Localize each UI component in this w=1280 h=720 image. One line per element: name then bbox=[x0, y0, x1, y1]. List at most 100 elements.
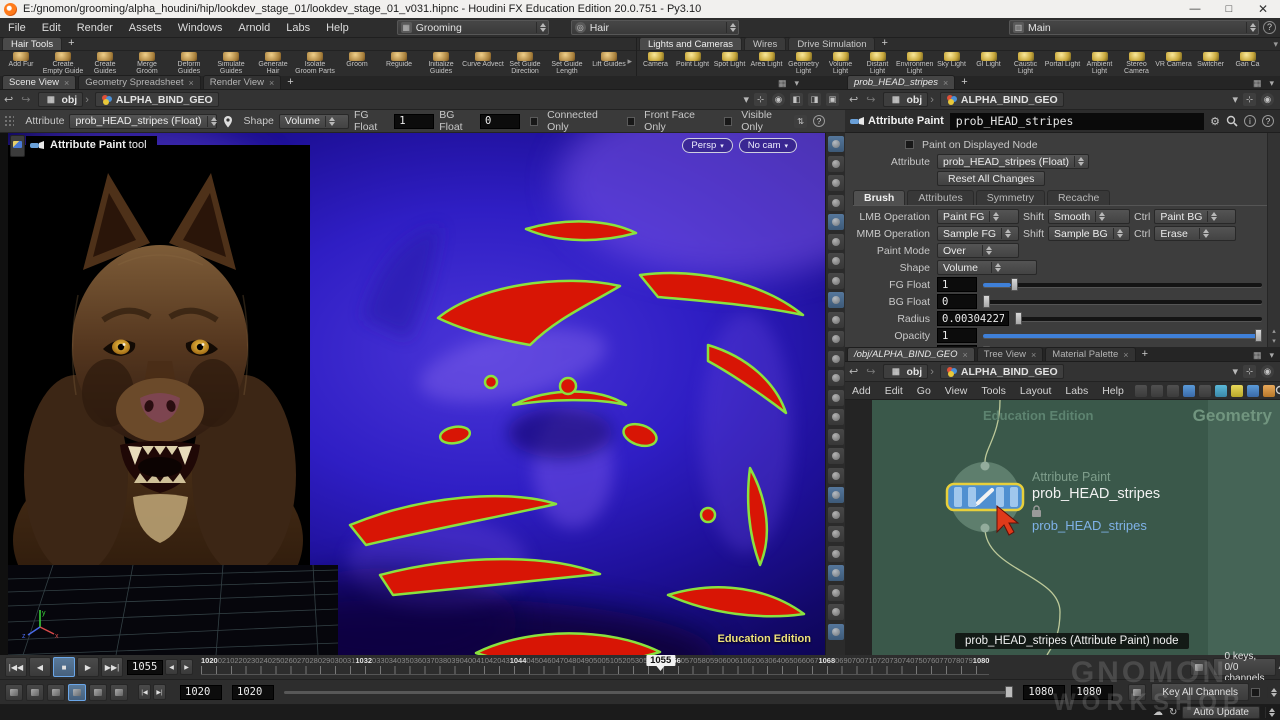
shelf-tool[interactable]: Gan Ca bbox=[1229, 51, 1266, 76]
timeline-tick[interactable]: 040 bbox=[460, 656, 473, 665]
sync-icon[interactable]: ◉ bbox=[772, 93, 785, 106]
shade-icon[interactable]: ◧ bbox=[790, 93, 803, 106]
back-icon[interactable]: ↩ bbox=[845, 93, 862, 106]
forward-icon[interactable]: ↪ bbox=[17, 93, 34, 106]
viewport-tool-icon[interactable] bbox=[828, 234, 844, 250]
stop-button[interactable]: ■ bbox=[53, 657, 75, 677]
menu-item[interactable]: Help bbox=[1095, 385, 1131, 397]
reset-all-changes-button[interactable]: Reset All Changes bbox=[937, 171, 1045, 186]
shelf-tool[interactable]: Camera bbox=[637, 51, 674, 76]
timeline-tick[interactable]: 026 bbox=[280, 656, 293, 665]
next-keyframe-button[interactable]: ▶ bbox=[180, 659, 193, 675]
back-icon[interactable]: ↩ bbox=[0, 93, 17, 106]
viewport-tool-icon[interactable] bbox=[828, 312, 844, 328]
shelf-tool[interactable]: Ambient Light bbox=[1081, 51, 1118, 76]
desktop-main-selector[interactable]: ▥ Main bbox=[1009, 20, 1259, 35]
timeline-tick[interactable]: 060 bbox=[718, 656, 731, 665]
forward-icon[interactable]: ↪ bbox=[862, 365, 879, 378]
range-start-arrow[interactable]: |◀ bbox=[138, 684, 151, 700]
maximize-button[interactable]: □ bbox=[1212, 3, 1246, 15]
bg-float-slider[interactable] bbox=[983, 295, 1262, 308]
timeline-tick[interactable]: 061 bbox=[731, 656, 744, 665]
shelf-tool[interactable]: Geometry Light bbox=[785, 51, 822, 76]
menu-item[interactable]: Layout bbox=[1013, 385, 1059, 397]
playback-range-end-field[interactable] bbox=[1023, 685, 1065, 700]
pane-menu-icon[interactable]: ▦ bbox=[1251, 78, 1264, 89]
scroll-down-icon[interactable]: ▾ bbox=[1272, 337, 1276, 347]
new-pane-tab-button[interactable]: + bbox=[955, 76, 973, 89]
timeline-tick[interactable]: 1032 bbox=[355, 656, 372, 665]
shelf-tool[interactable]: Set Guide Direction bbox=[504, 51, 546, 76]
timeline-tick[interactable]: 031 bbox=[343, 656, 356, 665]
scroll-up-icon[interactable]: ▴ bbox=[1272, 327, 1276, 337]
timeline-tick[interactable]: 058 bbox=[693, 656, 706, 665]
add-shelf-tab-button[interactable]: + bbox=[62, 37, 80, 50]
viewport-tool-icon[interactable] bbox=[828, 273, 844, 289]
pane-menu-icon[interactable]: ▦ bbox=[1251, 350, 1264, 361]
shelf-tool[interactable]: Area Light bbox=[748, 51, 785, 76]
tab-material-palette[interactable]: Material Palette× bbox=[1045, 347, 1135, 361]
tab-symmetry[interactable]: Symmetry bbox=[976, 190, 1045, 205]
path-dropdown-icon[interactable]: ▾ bbox=[1232, 365, 1238, 378]
timeline-tick[interactable]: 063 bbox=[756, 656, 769, 665]
viewport-tool-icon[interactable] bbox=[828, 175, 844, 191]
shelf-tool[interactable]: Stereo Camera bbox=[1118, 51, 1155, 76]
spinner-icon[interactable] bbox=[325, 116, 348, 127]
timeline-tick[interactable]: 072 bbox=[873, 656, 886, 665]
timeline-tick[interactable]: 045 bbox=[526, 656, 539, 665]
shelf-set-selector[interactable]: ◎ Hair bbox=[571, 20, 739, 35]
close-icon[interactable]: × bbox=[1123, 350, 1128, 360]
timeline-tick[interactable]: 037 bbox=[422, 656, 435, 665]
network-editor[interactable]: Education Edition Geometry Attribute Pai… bbox=[845, 400, 1280, 655]
timeline-tick[interactable]: 047 bbox=[551, 656, 564, 665]
shelf-tab-hair-tools[interactable]: Hair Tools bbox=[2, 37, 62, 50]
attribute-dropdown[interactable]: prob_HEAD_stripes (Float) bbox=[69, 114, 216, 129]
minimize-button[interactable]: — bbox=[1178, 3, 1212, 15]
shelf-tool[interactable]: Distant Light bbox=[859, 51, 896, 76]
ghosting-icon[interactable] bbox=[47, 684, 65, 701]
tab-tree-view[interactable]: Tree View× bbox=[977, 347, 1044, 361]
opacity-slider[interactable] bbox=[983, 329, 1262, 342]
front-face-only-checkbox[interactable] bbox=[627, 117, 635, 126]
timeline-ruler[interactable]: 1020021022023024025026027028029030031103… bbox=[201, 655, 989, 679]
fg-float-field[interactable] bbox=[394, 114, 434, 129]
help-icon[interactable]: ? bbox=[1263, 21, 1276, 34]
jump-to-start-button[interactable]: |◀◀ bbox=[5, 657, 27, 677]
audio-icon[interactable] bbox=[26, 684, 44, 701]
timeline-tick[interactable]: 052 bbox=[614, 656, 627, 665]
node-chip[interactable]: ALPHA_BIND_GEO bbox=[940, 364, 1064, 379]
timeline-tick[interactable]: 039 bbox=[447, 656, 460, 665]
pin-icon[interactable]: ⊹ bbox=[1243, 93, 1256, 106]
tree-icon[interactable] bbox=[1151, 385, 1163, 397]
viewport-tool-icon[interactable] bbox=[828, 195, 844, 211]
timeline-tick[interactable]: 053 bbox=[627, 656, 640, 665]
sync-icon[interactable]: ◉ bbox=[1261, 93, 1274, 106]
spinner-icon[interactable] bbox=[1074, 156, 1088, 167]
cloud-icon[interactable]: ☁ bbox=[1153, 707, 1163, 718]
timeline-tick[interactable]: 076 bbox=[923, 656, 936, 665]
range-end-arrow[interactable]: ▶| bbox=[153, 684, 166, 700]
context-chip[interactable]: ▦ obj bbox=[883, 364, 928, 379]
shelf-tool[interactable]: Merge Groom Objects bbox=[126, 51, 168, 76]
auto-update-selector[interactable]: Auto Update bbox=[1182, 706, 1260, 719]
back-icon[interactable]: ↩ bbox=[845, 365, 862, 378]
shape-dropdown[interactable]: Volume bbox=[937, 260, 1037, 275]
pin-icon[interactable]: ⊹ bbox=[1243, 365, 1256, 378]
snapshot-button[interactable] bbox=[10, 135, 25, 157]
current-frame-marker[interactable]: 1055 bbox=[646, 655, 675, 666]
menu-item[interactable]: View bbox=[938, 385, 975, 397]
step-back-button[interactable]: ◀ bbox=[29, 657, 51, 677]
current-frame-field[interactable] bbox=[127, 660, 163, 675]
menu-item[interactable]: Go bbox=[910, 385, 938, 397]
pin-icon[interactable]: ⊹ bbox=[754, 93, 767, 106]
network-box-icon[interactable] bbox=[1247, 385, 1259, 397]
timeline-tick[interactable]: 049 bbox=[576, 656, 589, 665]
shelf-tool[interactable]: Portal Light bbox=[1044, 51, 1081, 76]
shelf-tool[interactable]: Groom bbox=[336, 51, 378, 76]
timeline-tick[interactable]: 029 bbox=[318, 656, 331, 665]
viewport-tool-icon[interactable] bbox=[828, 624, 844, 640]
gear-icon[interactable]: ⚙ bbox=[1210, 115, 1220, 128]
sort-icon[interactable]: ⇅ bbox=[794, 115, 807, 128]
spinner-icon[interactable] bbox=[536, 22, 545, 33]
close-icon[interactable]: × bbox=[963, 350, 968, 360]
